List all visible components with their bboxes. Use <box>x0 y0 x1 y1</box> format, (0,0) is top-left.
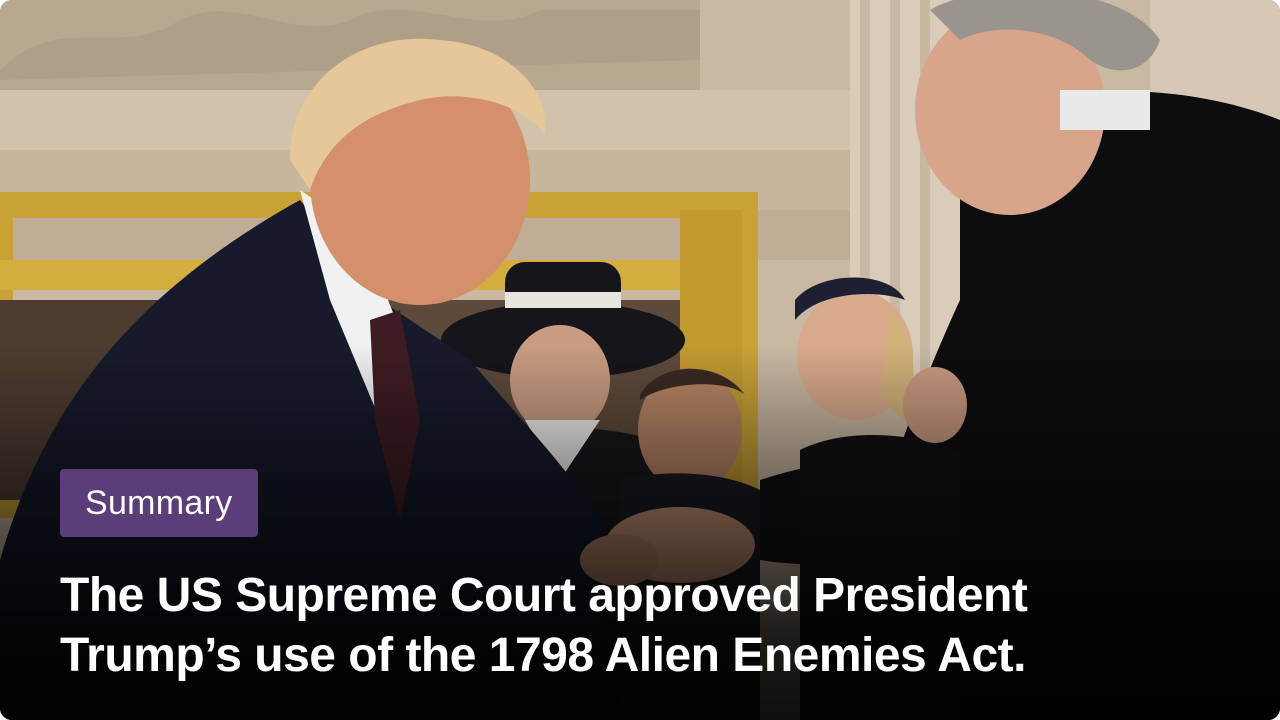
news-summary-card[interactable]: Summary The US Supreme Court approved Pr… <box>0 0 1280 720</box>
headline: The US Supreme Court approved President … <box>60 569 1028 682</box>
summary-badge: Summary <box>60 469 258 537</box>
